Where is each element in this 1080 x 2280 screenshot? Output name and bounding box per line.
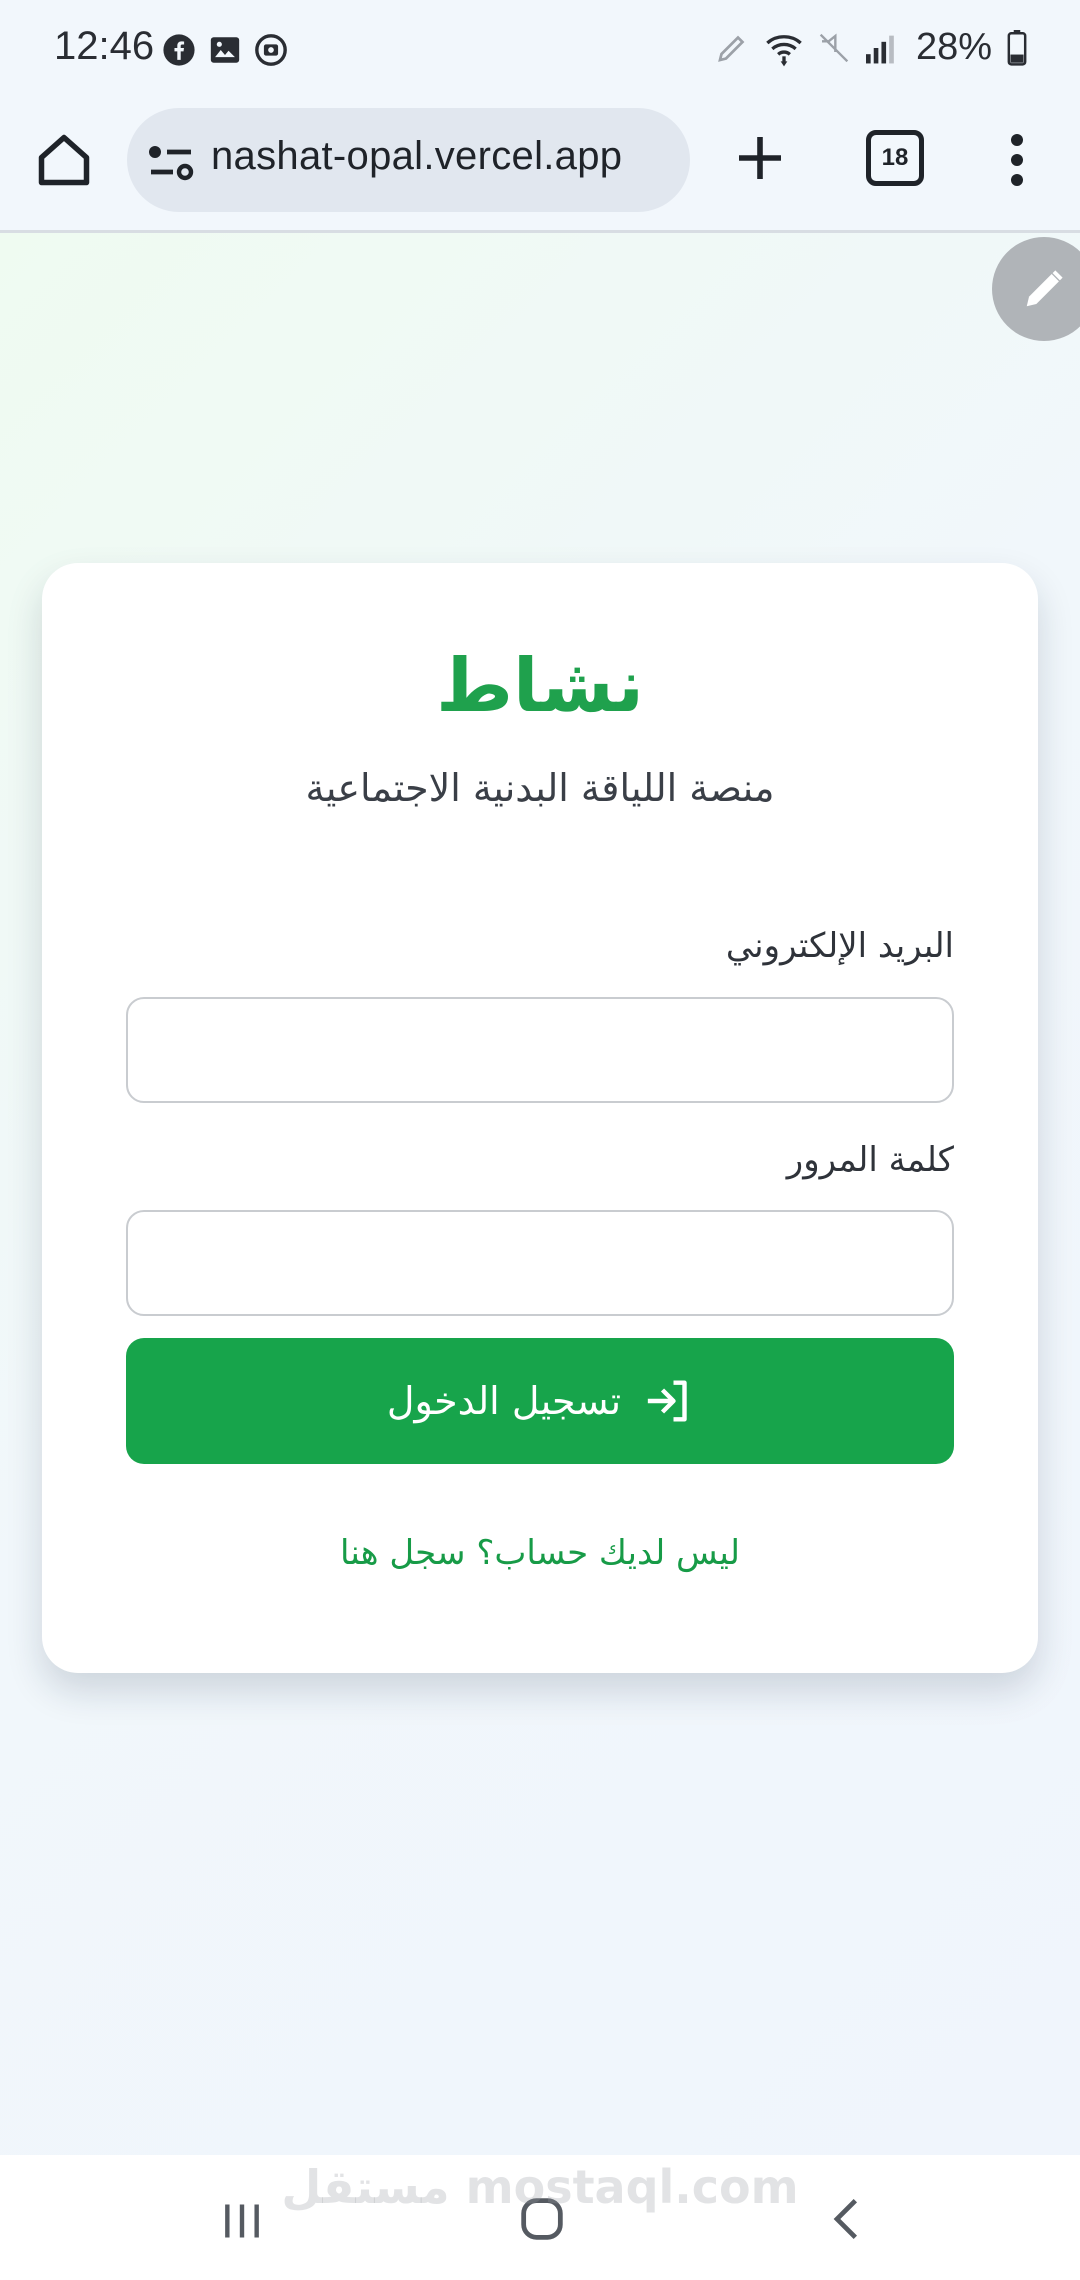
url-text[interactable]: nashat-opal.vercel.app: [211, 134, 622, 179]
watermark: مستقل mostaql.com: [281, 2160, 799, 2214]
new-tab-icon[interactable]: [732, 130, 788, 186]
mute-icon: [819, 33, 849, 62]
email-field[interactable]: [126, 997, 954, 1103]
battery-icon: [1007, 29, 1027, 66]
app-subtitle: منصة اللياقة البدنية الاجتماعية: [305, 766, 775, 810]
password-label: كلمة المرور: [786, 1140, 954, 1180]
edit-button[interactable]: [992, 237, 1080, 341]
register-link[interactable]: ليس لديك حساب؟ سجل هنا: [42, 1533, 1038, 1573]
pencil-icon: [1026, 270, 1063, 307]
app-title: نشاط: [436, 643, 644, 729]
login-icon: [647, 1380, 687, 1422]
login-button-label: تسجيل الدخول: [386, 1379, 622, 1423]
page-content: نشاط منصة اللياقة البدنية الاجتماعية الب…: [0, 233, 1080, 2155]
site-settings-icon[interactable]: [147, 142, 195, 182]
status-bar: 12:46 28%: [0, 0, 1080, 100]
notification-icons: [162, 33, 288, 67]
email-label: البريد الإلكتروني: [725, 926, 954, 966]
wifi-icon: [766, 34, 802, 66]
login-button[interactable]: تسجيل الدخول: [126, 1338, 954, 1464]
battery-percent: 28%: [915, 26, 992, 68]
facebook-icon: [163, 34, 195, 66]
login-card: نشاط منصة اللياقة البدنية الاجتماعية الب…: [42, 563, 1038, 1673]
pen-icon: [718, 35, 745, 62]
media-icon: [255, 34, 287, 66]
password-field[interactable]: [126, 1210, 954, 1316]
more-options-icon[interactable]: [1000, 132, 1034, 188]
signal-icon: [865, 35, 894, 63]
image-icon: [210, 37, 240, 63]
tab-switcher-button[interactable]: 18: [866, 130, 924, 186]
system-icons: 28%: [714, 26, 1028, 69]
status-time: 12:46: [54, 24, 155, 68]
address-bar[interactable]: nashat-opal.vercel.app: [127, 108, 690, 212]
home-icon[interactable]: [34, 130, 94, 190]
browser-toolbar: nashat-opal.vercel.app 18: [0, 100, 1080, 233]
